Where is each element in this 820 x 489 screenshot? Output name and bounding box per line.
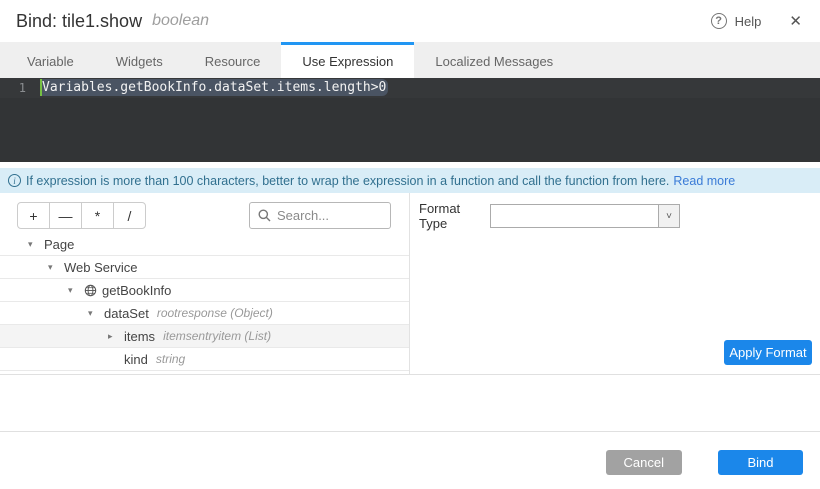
tree-node-type: itemsentryitem (List) [163, 329, 271, 343]
help-link[interactable]: Help [735, 14, 762, 29]
expand-down-icon[interactable]: ▾ [68, 285, 84, 296]
tree-node-label: kind [124, 352, 148, 367]
apply-format-button[interactable]: Apply Format [724, 340, 812, 365]
chevron-down-icon[interactable]: ˅ [658, 205, 679, 227]
operator-button-group: + — * / [17, 202, 146, 229]
dialog-header: Bind: tile1.show boolean ? Help ✕ [0, 0, 820, 42]
tree-row-web-service[interactable]: ▾ Web Service [0, 256, 409, 279]
variables-tree: ▾ Page ▾ Web Service ▾ getBookInfo ▾ dat… [0, 233, 409, 371]
line-number: 1 [19, 81, 26, 95]
close-icon[interactable]: ✕ [789, 14, 802, 29]
tree-row-dataset[interactable]: ▾ dataSet rootresponse (Object) [0, 302, 409, 325]
tab-bar: Variable Widgets Resource Use Expression… [0, 42, 820, 78]
info-text: If expression is more than 100 character… [26, 174, 669, 188]
minus-operator-button[interactable]: — [49, 202, 82, 229]
read-more-link[interactable]: Read more [673, 174, 735, 188]
line-number-gutter: 1 [0, 78, 38, 162]
tree-node-label: getBookInfo [102, 283, 171, 298]
bind-type-label: boolean [152, 12, 209, 30]
expand-down-icon[interactable]: ▾ [88, 308, 104, 319]
tab-localized-messages[interactable]: Localized Messages [414, 42, 574, 78]
tab-variable[interactable]: Variable [6, 42, 95, 78]
tree-node-label: items [124, 329, 155, 344]
expression-editor[interactable]: 1 Variables.getBookInfo.dataSet.items.le… [0, 78, 820, 162]
variables-pane: + — * / ▾ Page ▾ [0, 193, 410, 374]
expression-toolbar: + — * / [17, 202, 391, 229]
plus-operator-button[interactable]: + [17, 202, 50, 229]
tree-node-label: Web Service [64, 260, 137, 275]
format-type-select[interactable]: ˅ [490, 204, 680, 228]
format-pane: Format Type ˅ Apply Format [411, 193, 820, 374]
tree-node-type: string [156, 352, 185, 366]
tree-node-label: Page [44, 237, 74, 252]
tree-node-label: dataSet [104, 306, 149, 321]
tree-node-type: rootresponse (Object) [157, 306, 273, 320]
divide-operator-button[interactable]: / [113, 202, 146, 229]
expression-code-line[interactable]: Variables.getBookInfo.dataSet.items.leng… [40, 80, 388, 95]
expression-info-bar: i If expression is more than 100 charact… [0, 168, 820, 193]
search-box[interactable] [249, 202, 391, 229]
tree-row-getbookinfo[interactable]: ▾ getBookInfo [0, 279, 409, 302]
help-icon[interactable]: ? [711, 13, 727, 29]
main-section: + — * / ▾ Page ▾ [0, 193, 820, 375]
dialog-title: Bind: tile1.show [16, 11, 142, 32]
tab-use-expression[interactable]: Use Expression [281, 42, 414, 78]
bind-dialog: Bind: tile1.show boolean ? Help ✕ Variab… [0, 0, 820, 489]
format-type-selected-value [491, 205, 658, 227]
expand-down-icon[interactable]: ▾ [28, 239, 44, 250]
dialog-footer: Cancel Bind [0, 431, 820, 489]
cancel-button[interactable]: Cancel [606, 450, 682, 475]
expand-right-icon[interactable]: ▸ [108, 331, 124, 342]
selected-expression-text[interactable]: Variables.getBookInfo.dataSet.items.leng… [40, 79, 388, 96]
search-icon [258, 209, 271, 222]
tab-widgets[interactable]: Widgets [95, 42, 184, 78]
info-icon: i [8, 174, 21, 187]
multiply-operator-button[interactable]: * [81, 202, 114, 229]
expand-down-icon[interactable]: ▾ [48, 262, 64, 273]
tree-row-page[interactable]: ▾ Page [0, 233, 409, 256]
bind-button[interactable]: Bind [718, 450, 803, 475]
format-type-label: Format Type [419, 201, 490, 231]
tree-row-kind[interactable]: kind string [0, 348, 409, 371]
web-service-icon [84, 284, 97, 297]
search-input[interactable] [277, 208, 382, 223]
tab-resource[interactable]: Resource [184, 42, 282, 78]
tree-row-items[interactable]: ▸ items itemsentryitem (List) [0, 325, 409, 348]
